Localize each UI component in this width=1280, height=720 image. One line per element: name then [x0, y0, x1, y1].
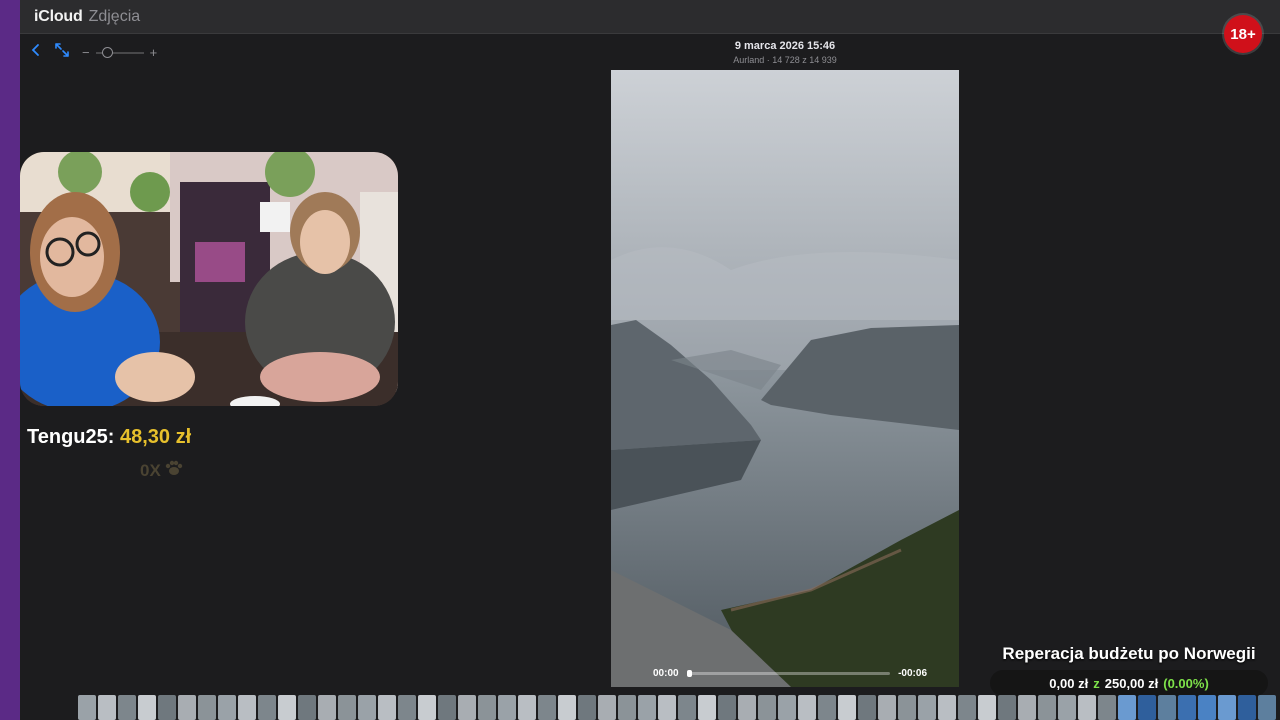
filmstrip-thumbnail[interactable]: [678, 695, 696, 720]
filmstrip-thumbnail[interactable]: [1038, 695, 1056, 720]
filmstrip-thumbnail[interactable]: [898, 695, 916, 720]
filmstrip-thumbnail[interactable]: [858, 695, 876, 720]
budget-percent: (0.00%): [1163, 675, 1209, 691]
budget-goal-widget: Reperacja budżetu po Norwegii 0,00 zł z …: [990, 644, 1268, 696]
filmstrip-thumbnail[interactable]: [998, 695, 1016, 720]
zoom-slider-knob[interactable]: [101, 46, 113, 58]
filmstrip-thumbnail[interactable]: [518, 695, 536, 720]
chevron-left-icon[interactable]: [30, 43, 42, 62]
photo-info-header: 9 marca 2026 15:46 Aurland · 14 728 z 14…: [660, 40, 910, 65]
photo-toolbar: − +: [30, 42, 157, 63]
filmstrip-thumbnail[interactable]: [598, 695, 616, 720]
filmstrip-thumbnail[interactable]: [838, 695, 856, 720]
filmstrip-thumbnail[interactable]: [1138, 695, 1156, 720]
filmstrip-thumbnail[interactable]: [1178, 695, 1196, 720]
filmstrip-thumbnail[interactable]: [798, 695, 816, 720]
filmstrip-thumbnail[interactable]: [178, 695, 196, 720]
filmstrip-thumbnail[interactable]: [118, 695, 136, 720]
filmstrip-thumbnail[interactable]: [278, 695, 296, 720]
app-name: Zdjęcia: [88, 8, 141, 25]
photo-filmstrip: [78, 695, 1280, 720]
budget-current: 0,00 zł: [1049, 675, 1089, 691]
paw-counter: 0X: [140, 460, 183, 481]
filmstrip-thumbnail[interactable]: [978, 695, 996, 720]
stream-screen: iCloud Zdjęcia − + 9 marca 2026 15:46 Au…: [0, 0, 1280, 720]
filmstrip-thumbnail[interactable]: [698, 695, 716, 720]
app-title-bar: iCloud Zdjęcia: [20, 0, 1280, 34]
budget-goal-title: Reperacja budżetu po Norwegii: [1002, 644, 1256, 663]
zoom-out-button[interactable]: −: [82, 45, 90, 60]
expand-arrows-icon[interactable]: [54, 42, 70, 63]
donor-amount: 48,30 zł: [119, 426, 192, 448]
filmstrip-thumbnail[interactable]: [478, 695, 496, 720]
paw-count-value: 0X: [140, 460, 161, 480]
stream-side-border: [0, 0, 20, 720]
filmstrip-thumbnail[interactable]: [358, 695, 376, 720]
filmstrip-thumbnail[interactable]: [138, 695, 156, 720]
filmstrip-thumbnail[interactable]: [778, 695, 796, 720]
filmstrip-thumbnail[interactable]: [1218, 695, 1236, 720]
filmstrip-thumbnail[interactable]: [378, 695, 396, 720]
filmstrip-thumbnail[interactable]: [738, 695, 756, 720]
video-controls: 00:00 -00:06: [611, 668, 959, 679]
filmstrip-thumbnail[interactable]: [1078, 695, 1096, 720]
app-brand: iCloud Zdjęcia: [32, 8, 140, 26]
filmstrip-thumbnail[interactable]: [538, 695, 556, 720]
filmstrip-thumbnail[interactable]: [158, 695, 176, 720]
budget-of: z: [1093, 675, 1100, 691]
video-scrubber[interactable]: [686, 670, 891, 677]
filmstrip-thumbnail[interactable]: [458, 695, 476, 720]
filmstrip-thumbnail[interactable]: [438, 695, 456, 720]
filmstrip-thumbnail[interactable]: [578, 695, 596, 720]
filmstrip-thumbnail[interactable]: [1098, 695, 1116, 720]
photo-location-count: Aurland · 14 728 z 14 939: [733, 55, 837, 65]
photo-date: 9 marca 2026 15:46: [734, 40, 836, 52]
filmstrip-thumbnail[interactable]: [1118, 695, 1136, 720]
filmstrip-thumbnail[interactable]: [718, 695, 736, 720]
budget-goal-progress: 0,00 zł z 250,00 zł (0.00%): [990, 670, 1268, 696]
filmstrip-thumbnail[interactable]: [1238, 695, 1256, 720]
video-viewer[interactable]: 00:00 -00:06: [611, 70, 959, 687]
filmstrip-thumbnail[interactable]: [758, 695, 776, 720]
filmstrip-thumbnail[interactable]: [618, 695, 636, 720]
filmstrip-thumbnail[interactable]: [298, 695, 316, 720]
filmstrip-thumbnail[interactable]: [418, 695, 436, 720]
filmstrip-thumbnail[interactable]: [658, 695, 676, 720]
filmstrip-thumbnail[interactable]: [258, 695, 276, 720]
filmstrip-thumbnail[interactable]: [1058, 695, 1076, 720]
filmstrip-thumbnail[interactable]: [238, 695, 256, 720]
budget-goal: 250,00 zł: [1104, 675, 1159, 691]
paw-icon: [165, 460, 183, 481]
filmstrip-thumbnail[interactable]: [818, 695, 836, 720]
filmstrip-thumbnail[interactable]: [918, 695, 936, 720]
filmstrip-thumbnail[interactable]: [1158, 695, 1176, 720]
filmstrip-thumbnail[interactable]: [938, 695, 956, 720]
filmstrip-thumbnail[interactable]: [1198, 695, 1216, 720]
brand-name: iCloud: [34, 8, 83, 25]
age-rating-badge: 18+: [1224, 15, 1262, 53]
filmstrip-thumbnail[interactable]: [638, 695, 656, 720]
zoom-slider[interactable]: [95, 46, 144, 58]
filmstrip-thumbnail[interactable]: [338, 695, 356, 720]
webcam-feed: [20, 152, 398, 406]
filmstrip-thumbnail[interactable]: [878, 695, 896, 720]
top-donor: Tengu25: 48,30 zł: [27, 426, 191, 449]
filmstrip-thumbnail[interactable]: [958, 695, 976, 720]
filmstrip-thumbnail[interactable]: [1258, 695, 1276, 720]
filmstrip-thumbnail[interactable]: [98, 695, 116, 720]
zoom-in-button[interactable]: +: [150, 45, 158, 60]
filmstrip-thumbnail[interactable]: [498, 695, 516, 720]
remaining-time: -00:06: [898, 668, 927, 679]
filmstrip-thumbnail[interactable]: [78, 695, 96, 720]
filmstrip-thumbnail[interactable]: [558, 695, 576, 720]
elapsed-time: 00:00: [653, 668, 679, 679]
filmstrip-thumbnail[interactable]: [1018, 695, 1036, 720]
donor-name: Tengu25:: [27, 426, 115, 448]
filmstrip-thumbnail[interactable]: [198, 695, 216, 720]
video-scrubber-knob[interactable]: [686, 670, 692, 677]
filmstrip-thumbnail[interactable]: [398, 695, 416, 720]
zoom-control: − +: [82, 45, 157, 60]
filmstrip-thumbnail[interactable]: [218, 695, 236, 720]
filmstrip-thumbnail[interactable]: [318, 695, 336, 720]
